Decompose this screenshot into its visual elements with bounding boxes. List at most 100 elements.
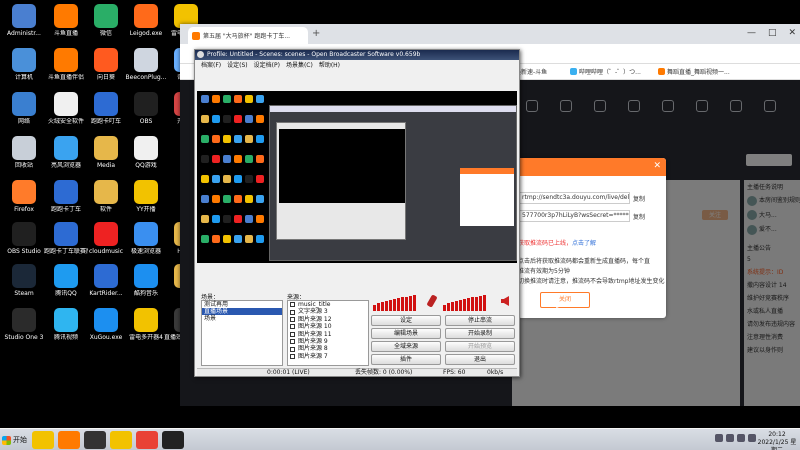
desktop-icon[interactable]: Media [84, 134, 128, 178]
desktop-icon[interactable]: 腾讯QQ [44, 262, 88, 306]
desktop-icon[interactable]: OBS [124, 90, 168, 134]
menu-file[interactable]: 档案(F) [201, 60, 221, 71]
desktop-icon[interactable]: 火绒安全软件 [44, 90, 88, 134]
copy-url-button[interactable]: 复制 [633, 194, 645, 203]
desktop-icon[interactable]: 斗鱼直播 [44, 2, 88, 46]
scene-item[interactable]: 直播场景 [202, 308, 282, 315]
source-checkbox[interactable] [290, 302, 295, 308]
start-preview-button[interactable]: 开始预览 [445, 341, 515, 352]
close-window-button[interactable]: ✕ [788, 28, 796, 38]
obs-preview[interactable] [197, 91, 517, 263]
scene-item[interactable]: 测试再用 [202, 301, 282, 308]
menu-profiles[interactable]: 设定档(P) [254, 60, 280, 71]
desktop-icon[interactable]: 跑跑卡叮车 [84, 90, 128, 134]
dance-bookmark-icon [658, 68, 665, 75]
scenes-list[interactable]: 测试再用 直播场景 场景 [201, 300, 283, 366]
speaker-icon[interactable] [501, 296, 509, 306]
exit-button[interactable]: 退出 [445, 354, 515, 365]
bookmark-dance[interactable]: 舞蹈直播_舞蹈视频一... [658, 67, 730, 76]
douyu-taskbar-icon[interactable] [32, 431, 54, 449]
desktop-icon[interactable]: XuGou.exe [84, 306, 128, 350]
scene-item[interactable]: 场景 [202, 315, 282, 322]
copy-key-button[interactable]: 复制 [633, 212, 645, 221]
desktop-icon[interactable]: Firefox [2, 178, 46, 222]
menu-scene-collection[interactable]: 场景集(C) [286, 60, 313, 71]
desktop-icon[interactable]: 软件 [84, 178, 128, 222]
input-method-tray-icon[interactable] [748, 434, 756, 442]
edit-scene-button[interactable]: 编辑场景 [371, 328, 441, 339]
system-tray[interactable] [715, 434, 756, 442]
learn-more-link[interactable]: 点击了解 [572, 240, 596, 247]
source-checkbox[interactable] [290, 339, 295, 345]
desktop-icon[interactable]: OBS Studio [2, 220, 46, 264]
obs-taskbar-icon[interactable] [162, 431, 184, 449]
settings-button[interactable]: 设定 [371, 315, 441, 326]
desktop-icon[interactable]: Studio One 3 [2, 306, 46, 350]
global-sources-button[interactable]: 全域来源 [371, 341, 441, 352]
desktop-icon[interactable]: 极速浏览器 [124, 220, 168, 264]
minimize-button[interactable]: — [747, 28, 756, 38]
volume-tray-icon[interactable] [737, 434, 745, 442]
desktop-icon[interactable]: Administr... [2, 2, 46, 46]
source-item[interactable]: 文字来源 3 [288, 308, 368, 315]
source-item[interactable]: 图片来源 11 [288, 331, 368, 338]
desktop-icon[interactable]: 微信 [84, 2, 128, 46]
source-item[interactable]: 图片来源 7 [288, 353, 368, 360]
obs-titlebar[interactable]: Profile: Untitled - Scenes: scenes - Ope… [195, 50, 519, 60]
start-recording-button[interactable]: 开始录制 [445, 328, 515, 339]
stream-key-field[interactable]: 577700r3p7hLiLyB?wsSecret=********* [518, 210, 630, 222]
desktop-icon-label: 网络 [17, 118, 30, 125]
desktop-icon[interactable]: BeeconPlug... [124, 46, 168, 90]
source-checkbox[interactable] [290, 309, 295, 315]
start-button[interactable]: 开始 [2, 432, 28, 448]
desktop-icon[interactable]: 酷狗音乐 [124, 262, 168, 306]
desktop-icon[interactable]: KartRider... [84, 262, 128, 306]
network-tray-icon[interactable] [726, 434, 734, 442]
source-item[interactable]: 图片来源 8 [288, 345, 368, 352]
source-item[interactable]: 图片来源 10 [288, 323, 368, 330]
chrome-taskbar-icon[interactable] [136, 431, 158, 449]
desktop-icon-label: 微信 [99, 30, 112, 37]
douyu-companion-taskbar-icon[interactable] [58, 431, 80, 449]
desktop-icon[interactable]: 斗鱼直播伴侣 [44, 46, 88, 90]
desktop-icon[interactable]: 回收站 [2, 134, 46, 178]
desktop-icon[interactable]: 腾讯视频 [44, 306, 88, 350]
desktop-icon[interactable]: 计算机 [2, 46, 46, 90]
desktop-icon[interactable]: cloudmusic [84, 220, 128, 264]
microphone-icon[interactable] [426, 294, 438, 308]
source-checkbox[interactable] [290, 317, 295, 323]
dialog-close-icon[interactable]: ✕ [653, 161, 661, 171]
leigod-taskbar-icon[interactable] [110, 431, 132, 449]
source-checkbox[interactable] [290, 346, 295, 352]
desktop-icon[interactable]: 雷电多开器4 [124, 306, 168, 350]
desktop-icon[interactable]: 跑跑卡丁车 [44, 178, 88, 222]
source-checkbox[interactable] [290, 354, 295, 360]
desktop-icon[interactable]: Steam [2, 262, 46, 306]
dialog-close-button[interactable]: 关闭 [540, 292, 590, 308]
plugins-button[interactable]: 插件 [371, 354, 441, 365]
maximize-button[interactable]: □ [768, 28, 777, 38]
desktop-icon[interactable]: YY开播 [124, 178, 168, 222]
rtmp-url-field[interactable]: rtmp://sendtc3a.douyu.com/live/delay [518, 192, 630, 204]
desktop-icon[interactable]: 跑跑卡丁车联赛版 [44, 220, 88, 264]
desktop-icon[interactable]: Leigod.exe [124, 2, 168, 46]
desktop-icon[interactable]: QQ游戏 [124, 134, 168, 178]
new-tab-button[interactable]: + [312, 28, 320, 39]
clock[interactable]: 20:12 2022/1/25 星期二 [756, 431, 798, 450]
desktop-icon[interactable]: 网络 [2, 90, 46, 134]
desktop-icon[interactable]: 向日葵 [84, 46, 128, 90]
bookmark-bilibili[interactable]: 哔哩哔哩（゜-゜）つ... [570, 67, 641, 76]
tray-arrow-icon[interactable] [715, 434, 723, 442]
preview-desktop-icon [256, 135, 264, 143]
source-checkbox[interactable] [290, 331, 295, 337]
stop-stream-button[interactable]: 停止串流 [445, 315, 515, 326]
source-checkbox[interactable] [290, 324, 295, 330]
desktop-icon[interactable]: 亮风浏览器 [44, 134, 88, 178]
menu-settings[interactable]: 设定(S) [227, 60, 248, 71]
browser-tab[interactable]: 第五届 "大马旅杯" 跑跑卡丁车... [188, 27, 308, 44]
preview-desktop-icon [212, 95, 220, 103]
menu-help[interactable]: 帮助(H) [319, 60, 340, 71]
studio-taskbar-icon[interactable] [84, 431, 106, 449]
sources-list[interactable]: music_title 文字来源 3 图片来源 12 图片来源 10 图片来源 11 图片… [287, 300, 369, 366]
desktop-icon-label: 亮风浏览器 [50, 162, 81, 169]
